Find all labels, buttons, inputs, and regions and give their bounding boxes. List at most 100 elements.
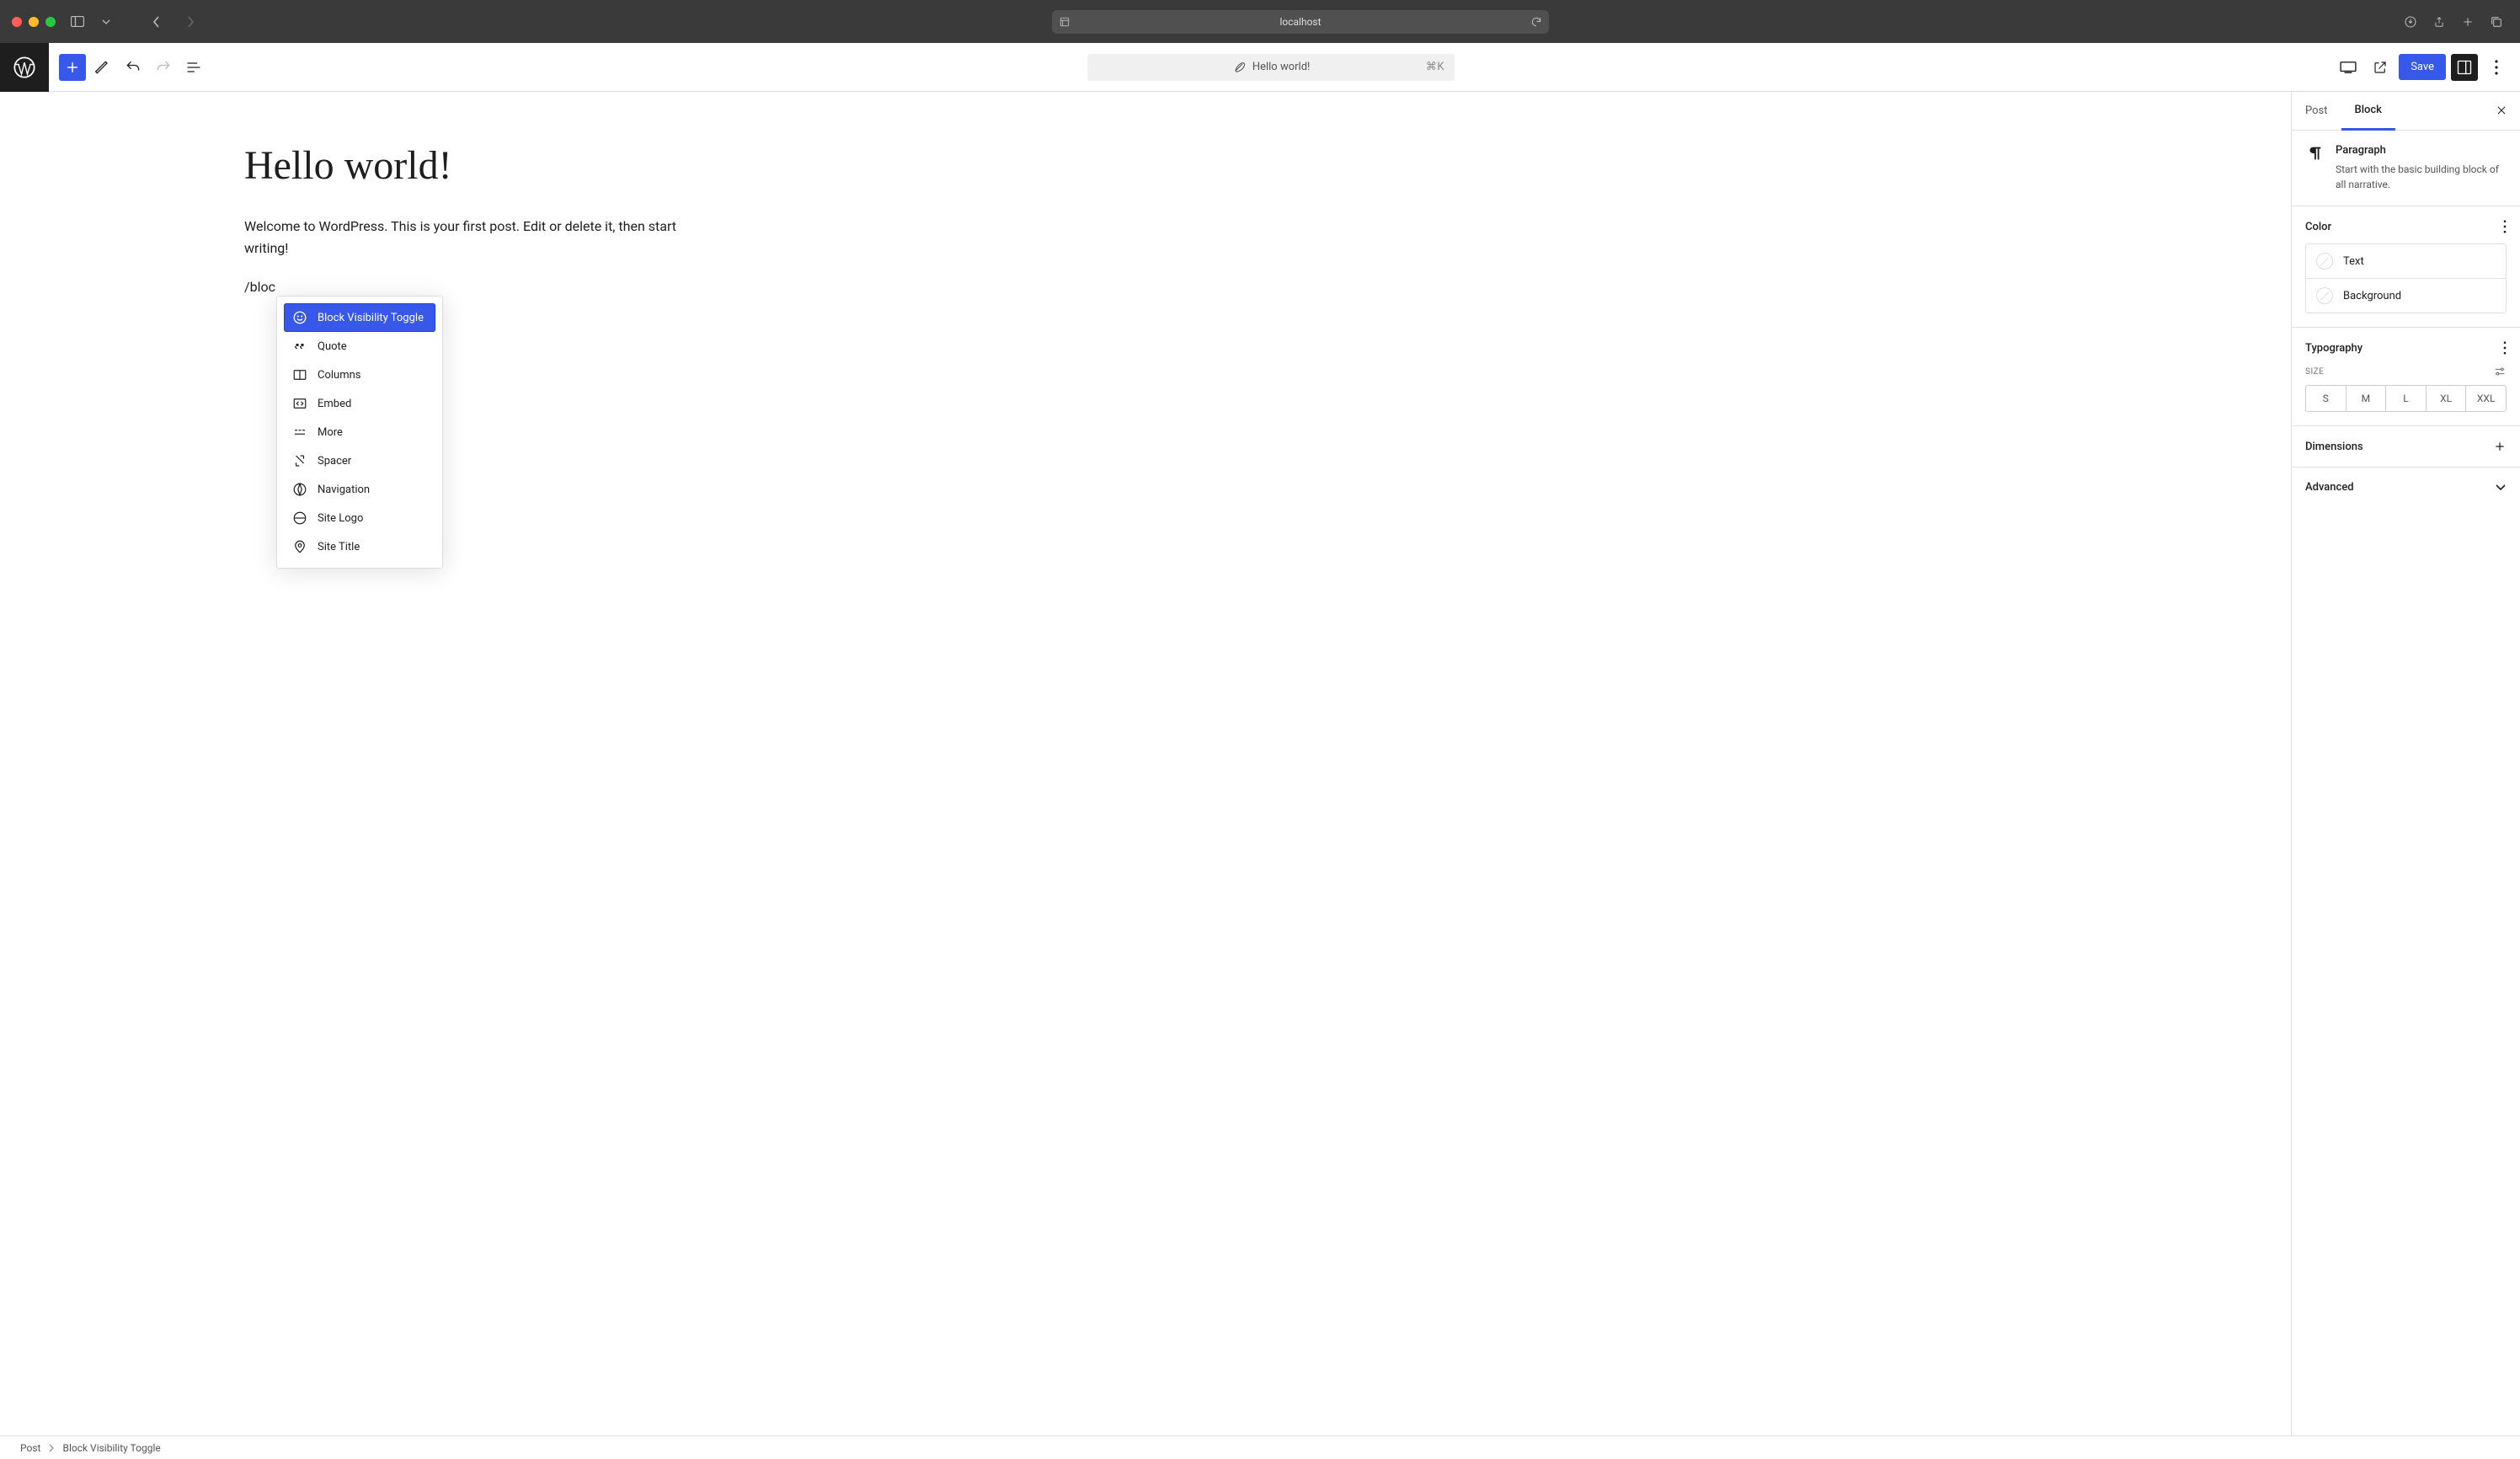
tab-overview-icon[interactable] (2485, 10, 2508, 34)
color-panel-menu-button[interactable] (2503, 220, 2507, 233)
settings-sidebar-toggle[interactable] (2451, 54, 2478, 81)
block-info: Paragraph Start with the basic building … (2292, 131, 2520, 206)
view-button[interactable] (2335, 54, 2362, 81)
advanced-panel[interactable]: Advanced (2292, 468, 2520, 507)
popover-item-label: Embed (318, 398, 351, 410)
text-color-control[interactable]: Text (2306, 244, 2506, 278)
popover-item-label: Site Title (318, 541, 360, 553)
background-color-label: Background (2343, 290, 2401, 302)
popover-item-label: More (318, 426, 343, 439)
color-panel-title: Color (2305, 221, 2331, 233)
paragraph-icon (2305, 144, 2324, 192)
traffic-lights (12, 17, 56, 27)
sidebar-tabs: Post Block (2292, 92, 2520, 131)
more-icon (292, 425, 307, 440)
custom-size-button[interactable] (2493, 365, 2507, 378)
popover-item-more[interactable]: More (284, 418, 435, 446)
popover-item-label: Quote (318, 340, 347, 353)
paragraph-block[interactable]: Welcome to WordPress. This is your first… (244, 216, 716, 259)
size-label: SIZE (2305, 367, 2324, 377)
popover-item-embed[interactable]: Embed (284, 389, 435, 418)
color-panel: Color Text Background (2292, 206, 2520, 328)
popover-item-label: Navigation (318, 484, 370, 496)
open-link-button[interactable] (2367, 54, 2394, 81)
popover-item-block-visibility-toggle[interactable]: Block Visibility Toggle (284, 303, 435, 332)
url-bar[interactable]: localhost (1052, 10, 1549, 34)
dimensions-panel[interactable]: Dimensions (2292, 426, 2520, 468)
navigation-icon (292, 482, 307, 497)
wordpress-logo-icon[interactable] (0, 43, 49, 92)
popover-item-label: Spacer (318, 455, 351, 468)
sitelogo-icon (292, 510, 307, 526)
block-breadcrumb: Post Block Visibility Toggle (0, 1435, 2520, 1459)
reload-icon[interactable] (1530, 16, 1542, 28)
typography-panel: Typography SIZE S M L XL XXL (2292, 328, 2520, 426)
save-button[interactable]: Save (2399, 54, 2446, 80)
popover-item-spacer[interactable]: Spacer (284, 446, 435, 475)
popover-item-quote[interactable]: Quote (284, 332, 435, 361)
plus-icon[interactable] (2493, 440, 2507, 453)
nav-back-icon[interactable] (145, 10, 168, 34)
crumb-root[interactable]: Post (20, 1442, 40, 1454)
sitetitle-icon (292, 539, 307, 554)
popover-item-label: Columns (318, 369, 361, 382)
popover-item-site-logo[interactable]: Site Logo (284, 504, 435, 532)
close-sidebar-button[interactable] (2493, 102, 2510, 119)
share-icon[interactable] (2427, 10, 2451, 34)
spacer-icon (292, 453, 307, 468)
new-tab-icon[interactable] (2456, 10, 2480, 34)
window-zoom-icon[interactable] (45, 17, 56, 27)
background-color-control[interactable]: Background (2306, 278, 2506, 313)
size-option-m[interactable]: M (2346, 386, 2386, 411)
undo-button[interactable] (120, 54, 147, 81)
editor-canvas[interactable]: Hello world! Welcome to WordPress. This … (0, 92, 2291, 1435)
swatch-icon (2316, 253, 2333, 270)
block-autocomplete-popover: Block Visibility Toggle Quote Columns Em… (276, 296, 443, 569)
sidebar-toggle-icon[interactable] (66, 10, 89, 34)
text-color-label: Text (2343, 255, 2364, 268)
popover-item-label: Block Visibility Toggle (318, 312, 424, 324)
document-title: Hello world! (1252, 61, 1311, 73)
tools-button[interactable] (89, 54, 116, 81)
more-options-button[interactable] (2483, 54, 2510, 81)
crumb-current[interactable]: Block Visibility Toggle (62, 1442, 160, 1454)
size-option-l[interactable]: L (2385, 386, 2426, 411)
popover-item-site-title[interactable]: Site Title (284, 532, 435, 561)
block-inserter-button[interactable] (59, 54, 86, 81)
settings-sidebar: Post Block Paragraph Start with the basi… (2291, 92, 2520, 1435)
advanced-panel-title: Advanced (2305, 481, 2354, 494)
feather-icon (1232, 61, 1246, 74)
typography-panel-menu-button[interactable] (2503, 341, 2507, 355)
size-option-xxl[interactable]: XXL (2465, 386, 2506, 411)
block-info-title: Paragraph (2336, 144, 2507, 157)
quote-icon (292, 339, 307, 354)
main-area: Hello world! Welcome to WordPress. This … (0, 92, 2520, 1435)
downloads-icon[interactable] (2399, 10, 2422, 34)
size-option-xl[interactable]: XL (2426, 386, 2466, 411)
chevron-right-icon (49, 1444, 54, 1452)
document-overview-button[interactable] (180, 54, 207, 81)
browser-chrome: localhost (0, 0, 2520, 43)
chevron-down-icon[interactable] (99, 10, 113, 34)
window-close-icon[interactable] (12, 17, 22, 27)
chevron-down-icon[interactable] (2495, 484, 2507, 492)
document-bar[interactable]: Hello world! ⌘K (1087, 54, 1455, 81)
popover-item-label: Site Logo (318, 512, 363, 525)
typography-panel-title: Typography (2305, 342, 2362, 355)
size-option-s[interactable]: S (2306, 386, 2346, 411)
tab-block[interactable]: Block (2341, 92, 2395, 131)
post-title[interactable]: Hello world! (244, 142, 783, 189)
swatch-icon (2316, 287, 2333, 304)
embed-icon (292, 396, 307, 411)
tab-post[interactable]: Post (2292, 93, 2341, 129)
columns-icon (292, 367, 307, 382)
popover-item-columns[interactable]: Columns (284, 361, 435, 389)
site-settings-icon[interactable] (1059, 16, 1070, 28)
slash-command-input[interactable]: /bloc (244, 279, 783, 295)
window-minimize-icon[interactable] (29, 17, 39, 27)
popover-item-navigation[interactable]: Navigation (284, 475, 435, 504)
url-text: localhost (1279, 16, 1321, 28)
nav-forward-icon (179, 10, 202, 34)
block-info-desc: Start with the basic building block of a… (2336, 162, 2507, 192)
smile-icon (292, 310, 307, 325)
